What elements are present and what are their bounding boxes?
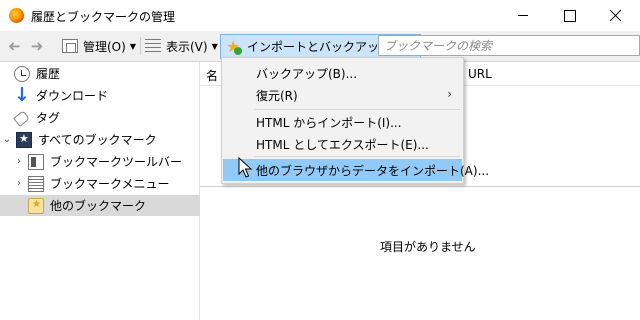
organize-label: 管理(O): [83, 39, 126, 54]
chevron-right-icon[interactable]: ›: [14, 156, 24, 167]
bookmark-search-box[interactable]: [378, 35, 640, 56]
window-title: 履歴とブックマークの管理: [31, 10, 176, 24]
chevron-down-icon[interactable]: ⌄: [2, 134, 12, 145]
details-divider: [200, 186, 640, 187]
views-label: 表示(V): [166, 39, 208, 54]
sidebar-item-downloads[interactable]: ダウンロード: [14, 84, 109, 106]
forward-button[interactable]: ➜: [27, 35, 47, 57]
sidebar-item-label: すべてのブックマーク: [38, 133, 157, 147]
chevron-down-icon: ▼: [129, 41, 136, 51]
close-button[interactable]: [592, 0, 638, 31]
chevron-down-icon: ▼: [211, 41, 218, 51]
search-input[interactable]: [379, 36, 639, 55]
menu-item-label: HTML としてエクスポート(E)...: [256, 137, 429, 152]
arrow-right-icon: ➜: [30, 37, 44, 55]
sidebar-item-other-bookmarks[interactable]: 他のブックマーク: [0, 195, 200, 216]
chevron-right-icon: ›: [447, 87, 452, 101]
sidebar-item-bookmarks-toolbar[interactable]: › ブックマークツールバー: [14, 151, 182, 172]
sidebar-item-label: ブックマークメニュー: [50, 177, 170, 191]
sidebar-item-label: 履歴: [36, 67, 61, 81]
views-menu-button[interactable]: 表示(V) ▼: [145, 35, 218, 57]
mouse-cursor-icon: [238, 157, 253, 178]
arrow-left-icon: ➜: [7, 37, 21, 55]
all-bookmarks-icon: [16, 131, 32, 148]
chevron-right-icon[interactable]: ›: [14, 178, 24, 189]
menu-item-export-html[interactable]: HTML としてエクスポート(E)...: [223, 133, 462, 155]
sidebar-item-label: ダウンロード: [36, 89, 109, 103]
import-backup-dropdown-menu: バックアップ(B)... 復元(R) › HTML からインポート(I)... …: [221, 57, 489, 184]
menu-item-label: 他のブラウザからデータをインポート(A)...: [256, 163, 490, 178]
title-bar: 履歴とブックマークの管理: [0, 0, 640, 31]
import-star-icon: [226, 37, 243, 56]
menu-item-restore[interactable]: 復元(R) ›: [223, 84, 462, 106]
sidebar-item-bookmarks-menu[interactable]: › ブックマークメニュー: [14, 173, 170, 194]
bookmarks-toolbar-icon: [28, 153, 44, 170]
organize-menu-button[interactable]: 管理(O) ▼: [62, 35, 136, 57]
minimize-button[interactable]: [500, 0, 546, 31]
sidebar-item-history[interactable]: 履歴: [14, 63, 60, 84]
bookmarks-menu-icon: [28, 175, 44, 192]
menu-item-label: HTML からインポート(I)...: [256, 115, 402, 130]
toolbar-separator: [140, 37, 141, 55]
menu-item-label: 復元(R): [256, 88, 298, 103]
download-icon: [14, 84, 30, 106]
firefox-icon: [9, 8, 24, 23]
sidebar-item-label: 他のブックマーク: [50, 199, 147, 213]
sidebar-item-all-bookmarks[interactable]: ⌄ すべてのブックマーク: [2, 129, 157, 150]
history-icon: [14, 65, 30, 82]
menu-item-import-html[interactable]: HTML からインポート(I)...: [223, 111, 462, 133]
empty-list-message: 項目がありません: [380, 240, 476, 254]
column-url-header[interactable]: URL: [468, 67, 492, 81]
menu-separator: [254, 156, 460, 157]
tag-icon: [14, 109, 30, 126]
other-bookmarks-icon: [28, 197, 44, 214]
menu-item-label: バックアップ(B)...: [256, 66, 358, 81]
back-button[interactable]: ➜: [4, 35, 24, 57]
views-icon: [145, 39, 161, 53]
column-name-header[interactable]: 名: [206, 67, 218, 84]
menu-item-import-other-browser[interactable]: 他のブラウザからデータをインポート(A)...: [223, 159, 489, 181]
organize-icon: [62, 39, 78, 53]
menu-separator: [254, 109, 460, 110]
menu-item-backup[interactable]: バックアップ(B)...: [223, 62, 462, 84]
sidebar-item-label: ブックマークツールバー: [50, 155, 183, 169]
sidebar-item-label: タグ: [36, 111, 61, 125]
sidebar-item-tags[interactable]: タグ: [14, 107, 60, 128]
maximize-button[interactable]: [546, 0, 592, 31]
